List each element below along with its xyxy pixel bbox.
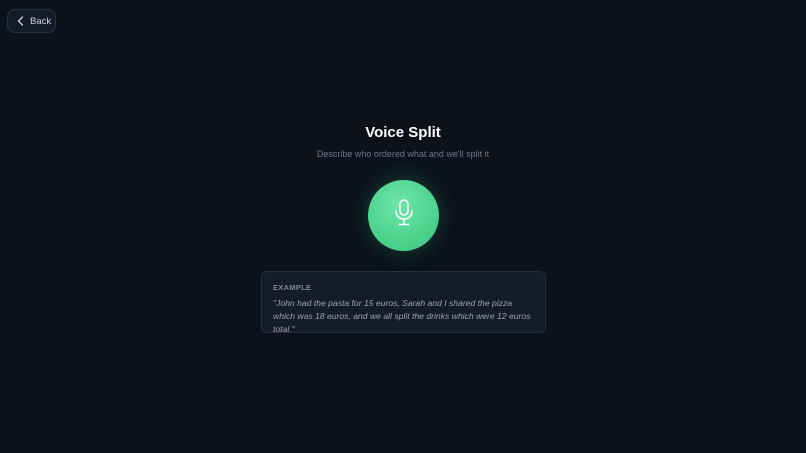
back-button[interactable]: Back bbox=[7, 9, 56, 33]
example-label: EXAMPLE bbox=[273, 283, 312, 292]
page-title: Voice Split bbox=[365, 124, 441, 141]
record-button[interactable] bbox=[368, 180, 439, 251]
example-card: EXAMPLE "John had the pasta for 15 euros… bbox=[261, 271, 546, 334]
microphone-icon bbox=[393, 199, 415, 232]
back-label: Back bbox=[30, 15, 52, 27]
example-text: "John had the pasta for 15 euros, Sarah … bbox=[273, 298, 531, 334]
voice-split-page: Back Voice Split Describe who ordered wh… bbox=[0, 0, 806, 453]
page-subtitle: Describe who ordered what and we'll spli… bbox=[316, 149, 490, 159]
chevron-left-icon bbox=[17, 16, 24, 26]
